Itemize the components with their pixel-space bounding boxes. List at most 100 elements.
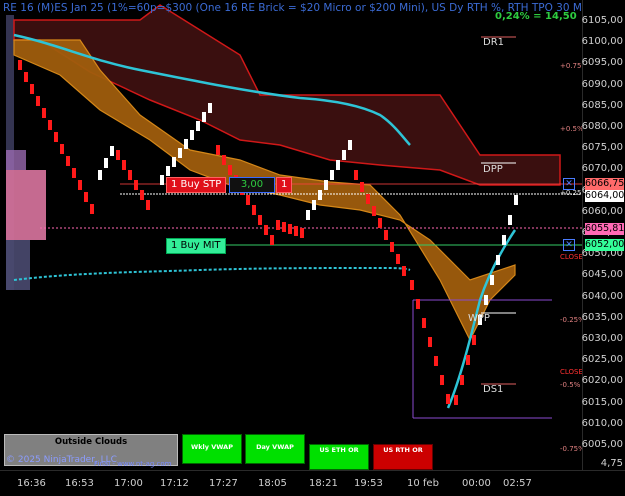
renko-brick [342,150,346,160]
price-tag-last: 6066,75 [585,178,625,190]
price-axis-extra: 4,75 [600,458,623,469]
renko-brick [166,166,170,176]
price-axis-label: 6085,00 [581,99,623,111]
renko-brick [60,144,64,154]
renko-brick [416,299,420,309]
price-axis-label: 6025,00 [581,354,623,366]
renko-brick [440,375,444,385]
renko-brick [402,266,406,276]
time-axis-label: 18:05 [258,478,287,489]
price-axis-label: 6015,00 [581,396,623,408]
time-axis[interactable]: 16:36 16:53 17:00 17:12 17:27 18:05 18:21 19:53… [0,470,625,496]
buy-mit-order[interactable]: 1 Buy MIT [166,238,226,254]
price-axis-label: 6020,00 [581,375,623,387]
renko-brick [294,226,298,236]
price-axis-label: 6010,00 [581,417,623,429]
renko-brick [282,222,286,232]
renko-brick [300,228,304,238]
price-tag-mit: 6052,00 [585,239,625,251]
price-axis[interactable]: 6105,00 6100,00 6095,00 6090,00 6085,00 6080,… [582,0,625,470]
footer-subtext: Final - www.nt-ag.com [94,460,172,468]
renko-brick [446,394,450,404]
renko-brick [252,205,256,215]
price-tag-white: 6064,00 [585,190,625,202]
cancel-stp-icon[interactable]: ✕ [563,178,575,190]
renko-brick [264,225,268,235]
renko-brick [330,170,334,180]
renko-brick [378,218,382,228]
renko-brick [160,175,164,185]
renko-brick [116,150,120,160]
us-rth-or-button[interactable]: US RTH OR [373,444,433,470]
renko-brick [140,190,144,200]
renko-brick [208,103,212,113]
renko-brick [172,157,176,167]
renko-brick [122,160,126,170]
price-tag-pink: 6055,81 [585,223,625,235]
percent-change: 0,24% = 14,50 [495,11,577,22]
renko-brick [228,165,232,175]
price-axis-label: 6075,00 [581,142,623,154]
price-axis-label: 6030,00 [581,333,623,344]
renko-brick [306,210,310,220]
chart-area[interactable]: RE 16 (M)ES Jan 25 (1%=60p=$300 (One 16 … [0,0,592,470]
renko-brick [336,160,340,170]
renko-brick [428,337,432,347]
renko-brick [270,235,274,245]
time-axis-label: 10 feb [407,478,439,489]
renko-brick [366,194,370,204]
renko-brick [460,375,464,385]
pct-minus-05: -0.5% [560,381,581,389]
renko-brick [18,60,22,70]
buy-stp-order[interactable]: 1 Buy STP [166,177,227,193]
renko-brick [312,200,316,210]
level-dr1: DR1 [483,37,505,48]
pct-plus-05: +0.5% [560,125,584,133]
renko-brick [508,215,512,225]
level-dpp: DPP [483,164,503,175]
renko-brick [396,254,400,264]
renko-brick [72,168,76,178]
buy-stp-count[interactable]: 1 [276,177,293,193]
renko-brick [410,280,414,290]
renko-brick [222,155,226,165]
price-axis-label: 6060,00 [581,205,623,217]
chart-canvas [6,4,582,419]
renko-brick [502,235,506,245]
price-axis-label: 6045,00 [581,269,623,281]
renko-brick [110,146,114,156]
renko-brick [48,120,52,130]
time-axis-label: 16:53 [65,478,94,489]
renko-brick [36,96,40,106]
time-axis-label: 18:21 [309,478,338,489]
renko-brick [472,335,476,345]
level-ds1: DS1 [483,384,504,395]
renko-brick [178,148,182,158]
renko-brick [90,204,94,214]
us-eth-or-button[interactable]: US ETH OR [309,444,369,470]
price-axis-label: 6080,00 [581,121,623,132]
renko-brick [98,170,102,180]
cancel-mit-icon[interactable]: ✕ [563,239,575,251]
buy-stp-qty[interactable]: 3,00 [229,177,275,193]
renko-brick [24,72,28,82]
renko-brick [372,206,376,216]
renko-brick [190,130,194,140]
renko-brick [354,170,358,180]
wkly-vwap-button[interactable]: Wkly VWAP [182,434,242,464]
price-axis-label: 6040,00 [581,290,623,302]
renko-brick [84,192,88,202]
day-vwap-button[interactable]: Day VWAP [245,434,305,464]
renko-brick [184,139,188,149]
renko-brick [496,255,500,265]
price-axis-label: 6005,00 [581,439,623,450]
close-label-2: CLOSE [560,368,583,376]
renko-brick [202,112,206,122]
renko-brick [454,395,458,405]
renko-brick [30,84,34,94]
time-axis-label: 00:00 [462,478,491,489]
price-axis-label: 6095,00 [581,57,623,69]
renko-brick [128,170,132,180]
time-axis-label: 17:12 [160,478,189,489]
renko-brick [384,230,388,240]
